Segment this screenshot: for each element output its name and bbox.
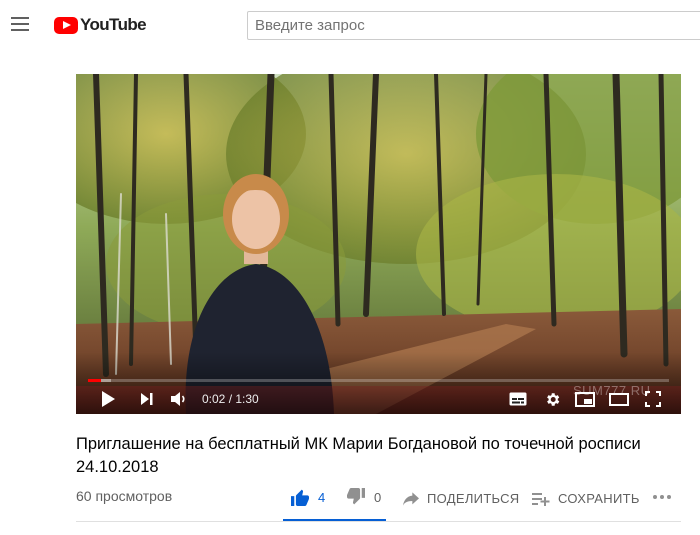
- search-input[interactable]: [247, 11, 700, 40]
- share-icon: [403, 491, 419, 506]
- dislike-button[interactable]: 0: [346, 488, 381, 506]
- like-count: 4: [318, 489, 326, 505]
- theater-icon: [609, 392, 629, 406]
- thumbs-down-icon: [347, 488, 365, 505]
- progress-played: [88, 379, 101, 382]
- more-horiz-icon: [653, 495, 671, 499]
- save-button[interactable]: Сохранить: [532, 491, 640, 506]
- play-icon: [102, 391, 115, 407]
- progress-bar[interactable]: [88, 379, 669, 382]
- video-player[interactable]: SUM777.RU 0:02 / 1:30: [76, 74, 681, 414]
- divider: [76, 521, 681, 522]
- volume-button[interactable]: [167, 387, 191, 411]
- settings-button[interactable]: [540, 387, 564, 411]
- miniplayer-button[interactable]: [573, 387, 597, 411]
- masthead: YouTube: [0, 0, 700, 50]
- fullscreen-button[interactable]: [641, 387, 665, 411]
- thumbs-up-icon: [291, 489, 309, 506]
- volume-icon: [171, 392, 185, 406]
- fullscreen-icon: [645, 391, 661, 407]
- next-icon: [141, 393, 153, 405]
- youtube-logo[interactable]: YouTube: [54, 14, 147, 36]
- time-display: 0:02 / 1:30: [202, 392, 259, 406]
- action-bar: 4 0 Поделиться Сохранить: [0, 486, 700, 514]
- subtitles-button[interactable]: [506, 387, 530, 411]
- video-title: Приглашение на бесплатный МК Марии Богда…: [76, 435, 641, 476]
- save-label: Сохранить: [558, 491, 640, 506]
- play-button[interactable]: [96, 387, 120, 411]
- logo-text: YouTube: [80, 15, 147, 34]
- gear-icon: [546, 392, 559, 406]
- player-controls: 0:02 / 1:30: [76, 384, 681, 414]
- subtitles-icon: [509, 392, 527, 406]
- share-label: Поделиться: [427, 491, 520, 506]
- menu-icon[interactable]: [11, 17, 29, 31]
- add-to-playlist-icon: [532, 492, 550, 506]
- miniplayer-icon: [575, 391, 595, 407]
- theater-mode-button[interactable]: [607, 387, 631, 411]
- dislike-count: 0: [374, 489, 382, 505]
- share-button[interactable]: Поделиться: [403, 491, 519, 506]
- next-button[interactable]: [135, 387, 159, 411]
- more-actions-button[interactable]: [652, 492, 680, 502]
- youtube-play-icon: [54, 16, 78, 34]
- like-button[interactable]: 4: [290, 488, 325, 506]
